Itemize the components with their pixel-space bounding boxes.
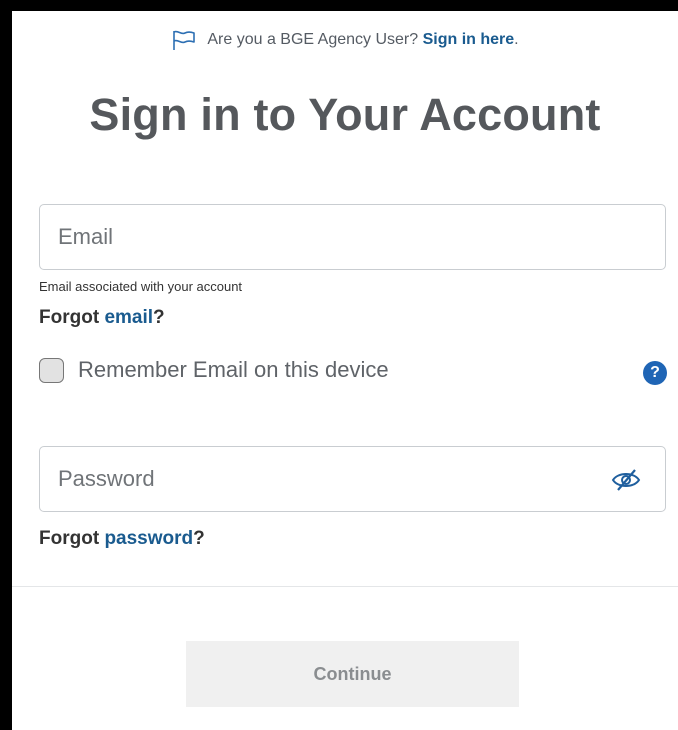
- forgot-password-line: Forgot password?: [39, 528, 205, 550]
- password-field-container: [39, 446, 666, 512]
- remember-email-label: Remember Email on this device: [78, 357, 389, 382]
- email-field-container: [39, 204, 666, 270]
- page-title: Sign in to Your Account: [89, 89, 601, 140]
- forgot-email-link[interactable]: email: [104, 307, 153, 328]
- agency-sign-in-banner: Are you a BGE Agency User? Sign in here.: [12, 29, 678, 51]
- help-glyph: ?: [650, 364, 660, 381]
- remember-email-option[interactable]: Remember Email on this device: [39, 357, 389, 383]
- agency-trailing: .: [514, 31, 519, 48]
- sign-in-panel: Are you a BGE Agency User? Sign in here.…: [12, 11, 678, 730]
- forgot-email-line: Forgot email?: [39, 307, 165, 329]
- forgot-email-prefix: Forgot: [39, 307, 100, 328]
- continue-button[interactable]: Continue: [186, 641, 519, 707]
- eye-slash-icon[interactable]: [611, 467, 641, 493]
- forgot-password-link[interactable]: password: [104, 528, 193, 549]
- password-input[interactable]: [40, 447, 665, 511]
- question-circle-icon[interactable]: ?: [643, 361, 667, 385]
- section-divider: [12, 586, 678, 587]
- forgot-password-prefix: Forgot: [39, 528, 100, 549]
- email-input[interactable]: [40, 205, 665, 269]
- agency-prompt: Are you a BGE Agency User?: [207, 31, 419, 48]
- remember-email-checkbox[interactable]: [39, 357, 64, 383]
- forgot-email-suffix: ?: [153, 307, 165, 328]
- flag-icon: [171, 29, 197, 51]
- email-helper-text: Email associated with your account: [39, 279, 243, 294]
- forgot-password-suffix: ?: [193, 528, 205, 549]
- agency-sign-in-link[interactable]: Sign in here: [423, 31, 515, 48]
